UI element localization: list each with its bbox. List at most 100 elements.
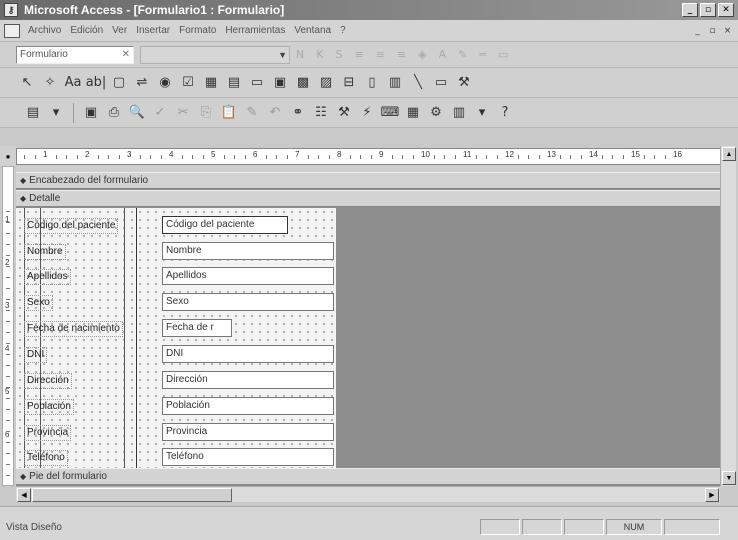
scroll-up-icon[interactable]: ▲ [722,147,736,161]
build-icon[interactable]: ⚙ [427,104,445,122]
field-textbox[interactable]: Teléfono [162,448,334,466]
field-label[interactable]: Apellidos [24,269,71,285]
scroll-thumb[interactable] [32,488,232,502]
rectangle-tool-icon[interactable]: ▭ [432,74,450,92]
special-effect-icon[interactable]: ▭ [498,48,508,61]
doc-restore-button[interactable]: ▫ [706,25,719,37]
menu-formato[interactable]: Formato [179,25,216,36]
field-textbox[interactable]: Código del paciente [162,216,288,234]
insert-hyperlink-icon[interactable]: ⚭ [289,104,307,122]
field-textbox[interactable]: Nombre [162,242,334,260]
field-textbox[interactable]: Apellidos [162,267,334,285]
form-footer-band[interactable]: ◆ Pie del formulario [16,468,720,485]
undo-icon[interactable]: ↶ [266,104,284,122]
form-design-canvas[interactable]: ◆ Encabezado del formulario ◆ Detalle Có… [16,166,720,486]
textbox-tool-icon[interactable]: ab| [86,74,107,92]
field-label[interactable]: DNI [24,347,48,363]
field-label[interactable]: Sexo [24,295,53,311]
database-window-icon[interactable]: ▥ [450,104,468,122]
restore-button[interactable]: ▫ [700,3,716,17]
bold-icon[interactable]: N [296,48,304,61]
copy-icon[interactable]: ⎘ [197,104,215,122]
label-tool-icon[interactable]: Aa [64,74,82,92]
image-tool-icon[interactable]: ▣ [271,74,289,92]
vertical-scrollbar[interactable]: ▲ ▼ [720,146,736,486]
field-label[interactable]: Teléfono [24,450,68,466]
fill-color-icon[interactable]: ◈ [418,48,426,61]
align-right-icon[interactable]: ≡ [397,48,406,61]
underline-icon[interactable]: S [335,48,342,61]
field-textbox[interactable]: Provincia [162,423,334,441]
cut-icon[interactable]: ✂ [174,104,192,122]
align-center-icon[interactable]: ≡ [376,48,385,61]
object-combo[interactable]: Formulario ✕ [16,45,134,64]
checkbox-tool-icon[interactable]: ☑ [179,74,197,92]
select-objects-icon[interactable]: ↖ [18,74,36,92]
toggle-button-icon[interactable]: ⇌ [133,74,151,92]
field-label[interactable]: Código del paciente [24,218,119,234]
page-break-icon[interactable]: ⊟ [340,74,358,92]
scroll-left-icon[interactable]: ◀ [17,488,31,502]
command-button-icon[interactable]: ▭ [248,74,266,92]
new-object-icon[interactable]: ▾ [473,104,491,122]
spelling-icon[interactable]: ✓ [151,104,169,122]
view-icon[interactable]: ▤ [24,104,42,122]
field-textbox[interactable]: Dirección [162,371,334,389]
align-left-icon[interactable]: ≡ [354,48,363,61]
option-group-icon[interactable]: ▢ [110,74,128,92]
menu-ver[interactable]: Ver [112,25,127,36]
tab-control-icon[interactable]: ▯ [363,74,381,92]
listbox-tool-icon[interactable]: ▤ [225,74,243,92]
save-icon[interactable]: ▣ [82,104,100,122]
print-preview-icon[interactable]: 🔍 [128,104,146,122]
toolbox-icon[interactable]: ⚒ [335,104,353,122]
horizontal-scrollbar[interactable]: ◀ ▶ [16,486,720,502]
field-textbox[interactable]: Sexo [162,293,334,311]
italic-icon[interactable]: K [316,48,323,61]
form-document-icon[interactable] [4,23,20,38]
field-textbox-selected[interactable]: Fecha de r [162,319,232,337]
combobox-tool-icon[interactable]: ▦ [202,74,220,92]
form-selector-icon[interactable]: ● [0,146,16,166]
paste-icon[interactable]: 📋 [220,104,238,122]
more-controls-icon[interactable]: ⚒ [455,74,473,92]
properties-icon[interactable]: ▦ [404,104,422,122]
format-painter-icon[interactable]: ✎ [243,104,261,122]
field-label[interactable]: Población [24,399,74,415]
field-label[interactable]: Provincia [24,425,72,441]
line-color-icon[interactable]: ✎ [458,48,467,61]
scroll-right-icon[interactable]: ▶ [705,488,719,502]
menu-herramientas[interactable]: Herramientas [225,25,285,36]
autoformat-icon[interactable]: ⚡ [358,104,376,122]
doc-close-button[interactable]: × [721,25,734,37]
clear-icon[interactable]: ✕ [122,49,130,61]
field-textbox[interactable]: Población [162,397,334,415]
view-dropdown-icon[interactable]: ▾ [47,104,65,122]
code-icon[interactable]: ⌨ [381,104,400,122]
field-textbox[interactable]: DNI [162,345,334,363]
subform-icon[interactable]: ▥ [386,74,404,92]
minimize-button[interactable]: _ [682,3,698,17]
bound-object-icon[interactable]: ▨ [317,74,335,92]
access-key-icon[interactable]: ⚷ [4,3,18,17]
scroll-down-icon[interactable]: ▼ [722,471,736,485]
option-button-icon[interactable]: ◉ [156,74,174,92]
menu-ventana[interactable]: Ventana [294,25,331,36]
menu-edicion[interactable]: Edición [70,25,103,36]
control-wizards-icon[interactable]: ✧ [41,74,59,92]
form-header-band[interactable]: ◆ Encabezado del formulario [16,172,720,189]
menu-ayuda[interactable]: ? [340,25,346,36]
close-button[interactable]: ✕ [718,3,734,17]
dropdown-arrow-icon[interactable]: ▼ [278,50,287,60]
doc-minimize-button[interactable]: _ [691,25,704,37]
menu-archivo[interactable]: Archivo [28,25,61,36]
field-label[interactable]: Nombre [24,244,66,260]
font-color-icon[interactable]: A [439,48,447,61]
menu-insertar[interactable]: Insertar [136,25,170,36]
line-width-icon[interactable]: ═ [479,48,486,61]
field-label[interactable]: Fecha de nacimiento [24,321,123,337]
help-icon[interactable]: ? [496,104,514,122]
detail-band[interactable]: ◆ Detalle [16,190,720,207]
field-list-icon[interactable]: ☷ [312,104,330,122]
line-tool-icon[interactable]: ╲ [409,74,427,92]
